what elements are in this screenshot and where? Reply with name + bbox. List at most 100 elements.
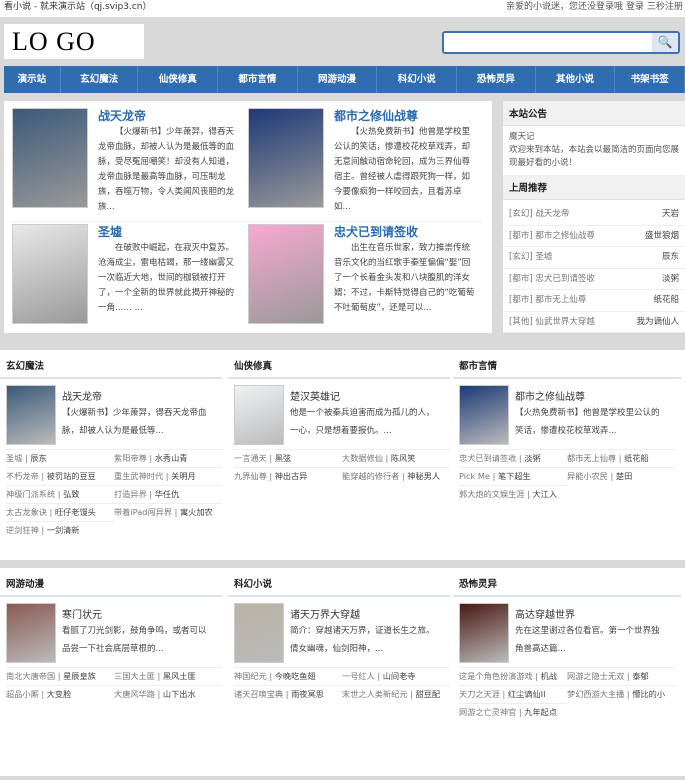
book-title[interactable]: 寒门状元 bbox=[62, 606, 102, 621]
site-logo[interactable]: LO GO bbox=[4, 24, 144, 59]
link-title[interactable]: 三国大土匪 bbox=[114, 671, 155, 681]
link-title[interactable]: Pick Me bbox=[459, 471, 490, 481]
book-link[interactable]: 逆剑狂神 | 一剑清新 bbox=[6, 521, 114, 539]
section-title[interactable]: 都市言情 bbox=[453, 350, 681, 379]
link-author[interactable]: 机战 bbox=[541, 671, 557, 681]
link-title[interactable]: 神国纪元 bbox=[234, 671, 267, 681]
nav-item[interactable]: 仙侠修真 bbox=[138, 66, 219, 93]
link-title[interactable]: 这是个角色扮演游戏 bbox=[459, 671, 533, 681]
link-author[interactable]: 山下出水 bbox=[163, 689, 196, 699]
book-link[interactable]: 超品小厮 | 大变脸 bbox=[6, 685, 114, 703]
book-cover[interactable] bbox=[6, 603, 56, 663]
recommend-item[interactable]: [都市] 都市无上仙尊 纸花船 bbox=[503, 290, 685, 312]
link-author[interactable]: 雨夜冥思 bbox=[291, 689, 324, 699]
link-author[interactable]: 神秘男人 bbox=[407, 471, 440, 481]
link-title[interactable]: 超品小厮 bbox=[6, 689, 39, 699]
book-link[interactable]: 三国大土匪 | 黑风土匪 bbox=[114, 667, 222, 685]
book-link[interactable]: Pick Me | 笔下超生 bbox=[459, 467, 567, 485]
book-link[interactable]: 神国纪元 | 今晚吃鱼翅 bbox=[234, 667, 342, 685]
book-link[interactable]: 神级门派系统 | 弘致 bbox=[6, 485, 114, 503]
book-link[interactable]: 九界仙尊 | 神出古异 bbox=[234, 467, 342, 485]
book-link[interactable]: 忠犬已到请签收 | 淡粥 bbox=[459, 449, 567, 467]
book-cover[interactable] bbox=[12, 108, 88, 208]
book-link[interactable]: 圣墟 | 辰东 bbox=[6, 449, 114, 467]
recommend-author[interactable]: 我为谪仙人 bbox=[636, 312, 679, 333]
book-link[interactable]: 天刀之天涯 | 红尘谪仙II bbox=[459, 685, 567, 703]
book-link[interactable]: 打造异界 | 华任仇 bbox=[114, 485, 222, 503]
link-title[interactable]: 带着iPad闯异界 bbox=[114, 507, 172, 517]
link-author[interactable]: 水秀山青 bbox=[155, 453, 188, 463]
link-title[interactable]: 忠犬已到请签收 bbox=[459, 453, 516, 463]
book-link[interactable]: 郭大炮的文娱生涯 | 大江入 bbox=[459, 485, 567, 503]
book-link[interactable]: 大唐风华路 | 山下出水 bbox=[114, 685, 222, 703]
book-title[interactable]: 都市之修仙战尊 bbox=[515, 388, 585, 403]
book-title[interactable]: 楚汉英雄记 bbox=[290, 388, 340, 403]
book-link[interactable]: 这是个角色扮演游戏 | 机战 bbox=[459, 667, 567, 685]
link-author[interactable]: 纸花船 bbox=[624, 453, 649, 463]
section-title[interactable]: 玄幻魔法 bbox=[0, 350, 222, 379]
book-title[interactable]: 战天龙帝 bbox=[98, 107, 146, 124]
recommend-category[interactable]: [其他] bbox=[509, 317, 533, 327]
link-title[interactable]: 大数据修仙 bbox=[342, 453, 383, 463]
book-cover[interactable] bbox=[234, 603, 284, 663]
link-author[interactable]: 旺仔老馒头 bbox=[55, 507, 96, 517]
book-cover[interactable] bbox=[6, 385, 56, 445]
link-author[interactable]: 神出古异 bbox=[275, 471, 308, 481]
link-title[interactable]: 郭大炮的文娱生涯 bbox=[459, 489, 525, 499]
link-title[interactable]: 天刀之天涯 bbox=[459, 689, 500, 699]
link-title[interactable]: 不朽龙帝 bbox=[6, 471, 39, 481]
link-author[interactable]: 寓火加农 bbox=[180, 507, 213, 517]
register-link[interactable]: 三秒注册 bbox=[647, 2, 683, 12]
book-cover[interactable] bbox=[248, 224, 324, 324]
link-title[interactable]: 重生武神时代 bbox=[114, 471, 163, 481]
recommend-item[interactable]: [都市] 都市之修仙战尊 盛世狼烟 bbox=[503, 226, 685, 247]
book-title[interactable]: 忠犬已到请签收 bbox=[334, 223, 418, 240]
book-title[interactable]: 圣墟 bbox=[98, 223, 122, 240]
link-title[interactable]: 都市无上仙尊 bbox=[567, 453, 616, 463]
nav-item[interactable]: 网游动漫 bbox=[298, 66, 378, 93]
book-title[interactable]: 高达穿越世界 bbox=[515, 606, 575, 621]
recommend-category[interactable]: [都市] bbox=[509, 274, 533, 284]
link-title[interactable]: 太古龙象诀 bbox=[6, 507, 47, 517]
link-author[interactable]: 关明月 bbox=[171, 471, 196, 481]
login-link[interactable]: 登录 bbox=[626, 2, 644, 12]
link-title[interactable]: 诸天召唤宝典 bbox=[234, 689, 283, 699]
link-author[interactable]: 甜豆配 bbox=[415, 689, 440, 699]
recommend-book[interactable]: 战天龙帝 bbox=[535, 209, 569, 219]
link-title[interactable]: 南北大唐帝国 bbox=[6, 671, 55, 681]
link-author[interactable]: 笔下超生 bbox=[498, 471, 531, 481]
book-link[interactable]: 梦幻西游大主播 | 懵比的小 bbox=[567, 685, 675, 703]
link-author[interactable]: 懵比的小 bbox=[632, 689, 665, 699]
recommend-category[interactable]: [都市] bbox=[509, 231, 533, 241]
nav-item[interactable]: 恐怖灵异 bbox=[457, 66, 536, 93]
book-link[interactable]: 网游之隐士无双 | 泰郁 bbox=[567, 667, 675, 685]
book-link[interactable]: 诸天召唤宝典 | 雨夜冥思 bbox=[234, 685, 342, 703]
link-author[interactable]: 星辰皇族 bbox=[63, 671, 96, 681]
nav-item[interactable]: 玄幻魔法 bbox=[61, 66, 139, 93]
recommend-author[interactable]: 淡粥 bbox=[662, 269, 679, 290]
link-author[interactable]: 陈风笑 bbox=[391, 453, 416, 463]
recommend-item[interactable]: [玄幻] 战天龙帝 天岩 bbox=[503, 204, 685, 226]
link-author[interactable]: 辰东 bbox=[30, 453, 46, 463]
book-title[interactable]: 战天龙帝 bbox=[62, 388, 102, 403]
link-author[interactable]: 淡粥 bbox=[524, 453, 540, 463]
recommend-category[interactable]: [玄幻] bbox=[509, 209, 533, 219]
recommend-item[interactable]: [玄幻] 圣墟 辰东 bbox=[503, 247, 685, 269]
link-title[interactable]: 打造异界 bbox=[114, 489, 147, 499]
book-link[interactable]: 能穿越的修行者 | 神秘男人 bbox=[342, 467, 450, 485]
book-link[interactable]: 末世之人类新纪元 | 甜豆配 bbox=[342, 685, 450, 703]
book-link[interactable]: 重生武神时代 | 关明月 bbox=[114, 467, 222, 485]
link-title[interactable]: 逆剑狂神 bbox=[6, 525, 39, 535]
link-title[interactable]: 大唐风华路 bbox=[114, 689, 155, 699]
section-title[interactable]: 恐怖灵异 bbox=[453, 568, 681, 597]
recommend-item[interactable]: [都市] 忠犬已到请签收 淡粥 bbox=[503, 269, 685, 290]
link-author[interactable]: 被罚站的豆豆 bbox=[47, 471, 96, 481]
recommend-book[interactable]: 都市之修仙战尊 bbox=[535, 231, 595, 241]
recommend-author[interactable]: 盛世狼烟 bbox=[645, 226, 679, 247]
nav-item[interactable]: 都市言情 bbox=[218, 66, 298, 93]
book-cover[interactable] bbox=[459, 603, 509, 663]
nav-item[interactable]: 演示站 bbox=[4, 66, 61, 93]
nav-item[interactable]: 其他小说 bbox=[536, 66, 616, 93]
link-title[interactable]: 网游之隐士无双 bbox=[567, 671, 624, 681]
section-title[interactable]: 科幻小说 bbox=[228, 568, 450, 597]
